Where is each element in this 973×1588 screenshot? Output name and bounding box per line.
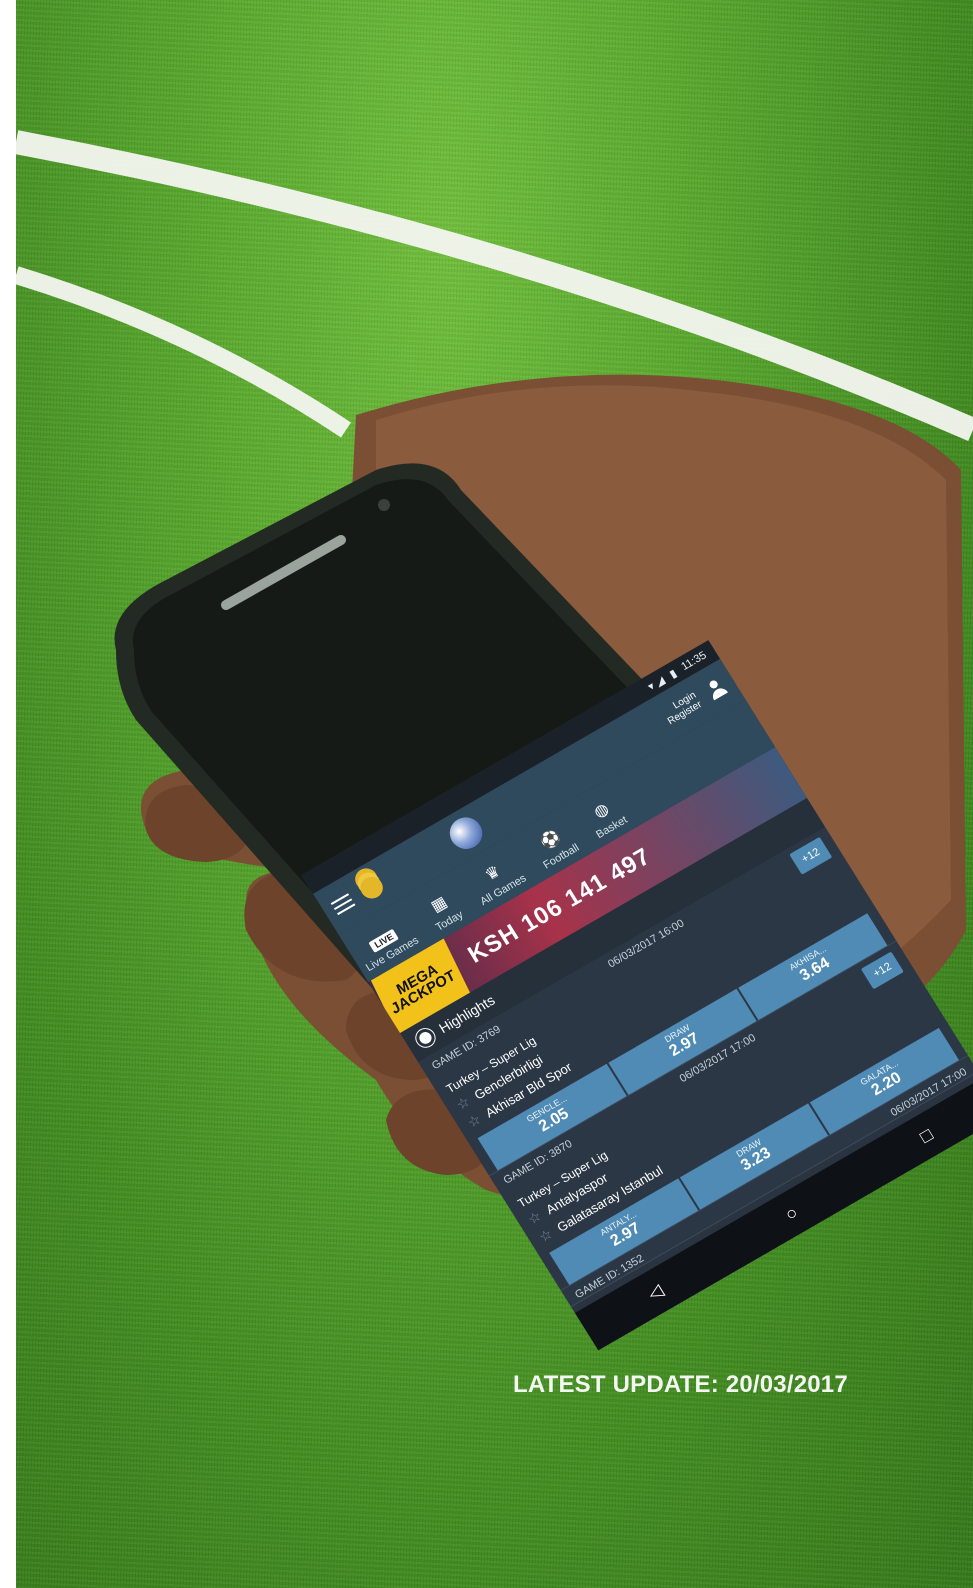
trophy-icon: ♛ — [482, 862, 504, 885]
star-icon[interactable]: ☆ — [536, 1225, 556, 1246]
app-logo[interactable] — [443, 811, 489, 855]
football-icon — [412, 1025, 439, 1051]
star-icon[interactable]: ☆ — [453, 1093, 473, 1114]
tab-today[interactable]: ▦ Today — [421, 888, 465, 934]
latest-update-caption: LATEST UPDATE: 20/03/2017 — [513, 1371, 848, 1398]
star-icon[interactable]: ☆ — [464, 1111, 484, 1132]
calendar-icon: ▦ — [428, 893, 451, 916]
battery-icon: ▮ — [667, 667, 679, 681]
phone-in-hand: ▾ ◢ ▮ 11:35 Login Register LIVE Live Gam… — [16, 0, 973, 1588]
recents-icon[interactable]: □ — [916, 1124, 937, 1147]
menu-icon[interactable] — [330, 893, 356, 916]
user-icon[interactable] — [704, 677, 729, 701]
home-icon[interactable]: ○ — [781, 1202, 802, 1225]
auth-links: Login Register — [660, 690, 704, 727]
grass-background: ▾ ◢ ▮ 11:35 Login Register LIVE Live Gam… — [16, 0, 973, 1588]
back-icon[interactable]: ◁ — [644, 1280, 667, 1305]
star-icon[interactable]: ☆ — [525, 1208, 545, 1229]
basketball-icon: ◍ — [590, 800, 613, 822]
coins-icon[interactable] — [356, 872, 388, 903]
